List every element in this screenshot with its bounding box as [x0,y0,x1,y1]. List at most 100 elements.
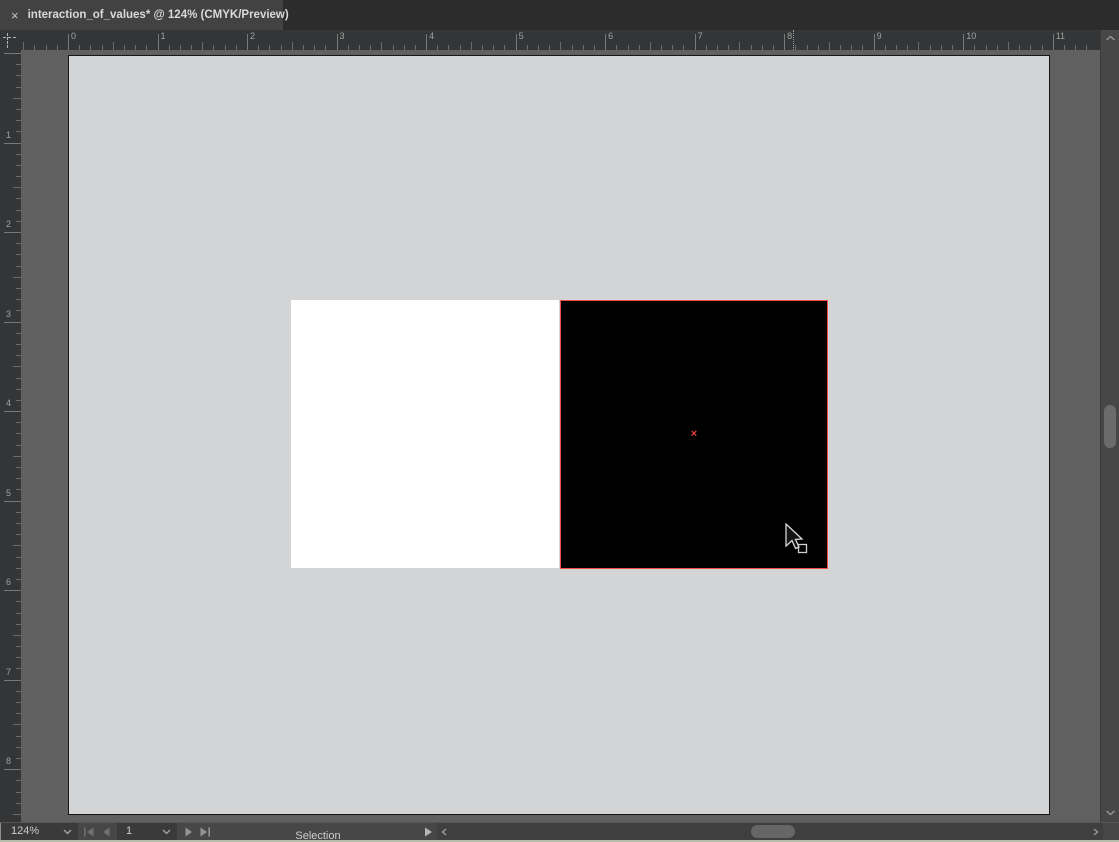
ruler-tick [258,45,259,50]
ruler-tick [706,45,707,50]
ruler-tick [963,34,964,50]
ruler-tick [180,45,181,50]
ruler-tick [314,45,315,50]
ruler-label: 1 [161,31,166,41]
ruler-tick [616,45,617,50]
ruler-tick [583,45,584,50]
ruler-tick [16,736,21,737]
ruler-tick [292,42,293,50]
ruler-tick [1008,42,1009,50]
ruler-tick [851,45,852,50]
ruler-tick [448,45,449,50]
ruler-tick [16,176,21,177]
ruler-tick [269,45,270,50]
status-bar: 124% 1 Selection [0,822,1119,840]
tab-close-icon[interactable]: × [11,9,19,22]
ruler-tick [560,42,561,50]
ruler-tick [16,758,21,759]
ruler-tick [16,657,21,658]
ruler-tick [202,42,203,50]
horizontal-scrollbar-thumb[interactable] [751,825,795,838]
ruler-tick [527,45,528,50]
ruler-label: 10 [966,31,976,41]
ruler-label: 8 [6,756,11,766]
ruler-tick [1053,34,1054,50]
ruler-tick [751,45,752,50]
ruler-tick [79,45,80,50]
ruler-tick [862,45,863,50]
tab-title: interaction_of_values* @ 124% (CMYK/Prev… [28,9,289,21]
artboard[interactable] [68,55,1050,815]
vertical-scrollbar-thumb[interactable] [1104,405,1116,448]
previous-page-button[interactable] [100,827,114,837]
page-number-control[interactable]: 1 [117,823,177,840]
chevron-down-icon[interactable] [162,829,171,835]
black-square-object-selected[interactable]: × [560,300,828,569]
vertical-scrollbar[interactable] [1100,30,1119,822]
ruler-tick [639,45,640,50]
ruler-tick [549,45,550,50]
ruler-tick [16,344,21,345]
horizontal-ruler[interactable]: 01234567891011 [21,30,1100,50]
ruler-tick [460,45,461,50]
ruler-label: 9 [877,31,882,41]
ruler-tick [16,165,21,166]
ruler-tick [885,45,886,50]
ruler-tick [717,45,718,50]
ruler-tick [16,433,21,434]
ruler-tick [46,45,47,50]
ruler-tick [4,322,21,323]
ruler-tick [393,45,394,50]
ruler-tick [16,792,21,793]
ruler-tick [762,45,763,50]
ruler-tick [695,34,696,50]
ruler-tick [16,288,21,289]
ruler-tick [974,45,975,50]
scroll-up-icon[interactable] [1105,35,1116,42]
ruler-tick [918,42,919,50]
ruler-label: 6 [608,31,613,41]
ruler-tick [773,45,774,50]
ruler-tick [16,310,21,311]
ruler-tick [437,45,438,50]
canvas-viewport[interactable]: × [21,50,1100,822]
ruler-tick [16,523,21,524]
ruler-tick [13,545,21,546]
ruler-tick [907,45,908,50]
scroll-down-icon[interactable] [1105,809,1116,816]
scroll-right-icon[interactable] [1092,828,1099,836]
ruler-tick [16,668,21,669]
white-square-object[interactable] [291,300,559,568]
next-page-button[interactable] [183,827,197,837]
ruler-label: 4 [429,31,434,41]
ruler-origin-corner[interactable] [0,30,21,50]
ruler-tick [415,45,416,50]
ruler-tick [13,456,21,457]
document-tab-bar: × interaction_of_values* @ 124% (CMYK/Pr… [0,0,1119,30]
ruler-tick [16,512,21,513]
last-page-button[interactable] [199,827,213,837]
first-page-button[interactable] [83,827,97,837]
vertical-ruler[interactable]: 12345678 [0,50,21,822]
status-menu-arrow-icon[interactable] [423,827,433,837]
zoom-level-control[interactable]: 124% [1,823,78,840]
document-tab[interactable]: × interaction_of_values* @ 124% (CMYK/Pr… [0,0,283,30]
ruler-tick [16,601,21,602]
ruler-cursor-position-indicator [793,30,794,50]
chevron-down-icon[interactable] [63,829,72,835]
scrollbar-corner [1103,823,1119,840]
scroll-left-icon[interactable] [441,828,448,836]
ruler-tick [16,534,21,535]
ruler-label: 5 [519,31,524,41]
ruler-tick [23,42,24,50]
ruler-tick [124,45,125,50]
ruler-tick [829,42,830,50]
ruler-tick [16,747,21,748]
ruler-tick [661,45,662,50]
ruler-tick [13,366,21,367]
ruler-tick [818,45,819,50]
ruler-tick [952,45,953,50]
ruler-tick [4,501,21,502]
horizontal-scrollbar[interactable] [437,823,1103,840]
ruler-tick [16,579,21,580]
